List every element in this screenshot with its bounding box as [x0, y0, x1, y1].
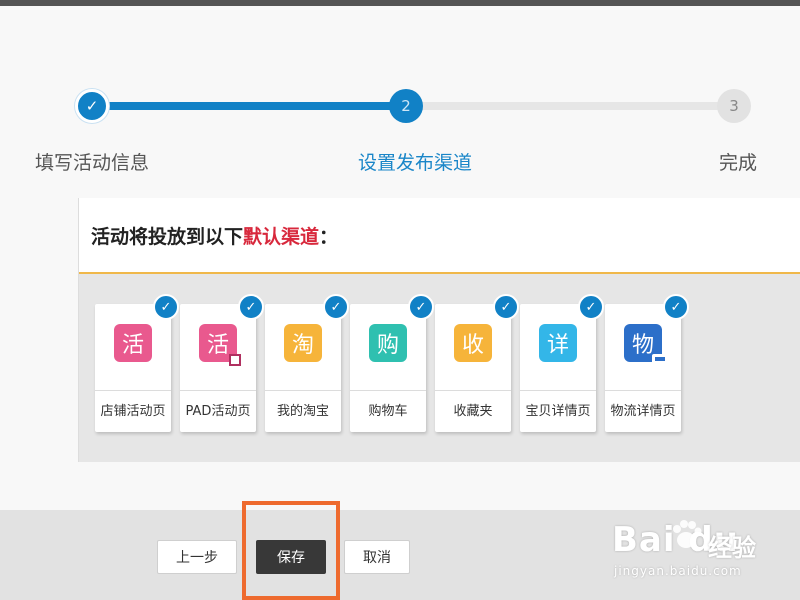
channel-label: 购物车 — [368, 404, 408, 419]
shop-activity-icon: 活 — [114, 324, 152, 362]
pad-activity-icon: 活 — [199, 324, 241, 366]
channel-panel-header: 活动将投放到以下默认渠道： — [79, 198, 800, 274]
favorites-icon: 收 — [454, 324, 492, 362]
step-2-circle: 2 — [389, 89, 423, 123]
my-taobao-icon: 淘 — [284, 324, 322, 362]
step-1-label: 填写活动信息 — [35, 152, 150, 174]
card-divider — [605, 390, 681, 391]
channel-card-item-detail[interactable]: 详 宝贝详情页 ✓ — [520, 294, 604, 432]
default-channel-highlight: 默认渠道 — [243, 225, 320, 248]
save-highlight-box — [242, 501, 340, 600]
channel-label: 我的淘宝 — [276, 404, 329, 419]
card-divider — [265, 390, 341, 391]
cart-icon: 购 — [369, 324, 407, 362]
check-icon[interactable]: ✓ — [408, 294, 434, 320]
channel-card-cart[interactable]: 购 购物车 ✓ — [350, 294, 434, 432]
previous-step-button[interactable]: 上一步 — [157, 540, 237, 574]
channel-card-favorites[interactable]: 收 收藏夹 ✓ — [435, 294, 519, 432]
step-3-label: 完成 — [719, 152, 758, 174]
card-divider — [95, 390, 171, 391]
item-detail-icon: 详 — [539, 324, 577, 362]
channel-label: 店铺活动页 — [100, 404, 166, 419]
check-icon[interactable]: ✓ — [153, 294, 179, 320]
channel-label: 宝贝详情页 — [525, 404, 591, 419]
stepper-track-completed — [92, 102, 406, 110]
logistics-detail-icon: 物 — [624, 324, 668, 364]
channel-card-pad-activity[interactable]: 活 PAD活动页 ✓ — [180, 294, 264, 432]
channel-card-my-taobao[interactable]: 淘 我的淘宝 ✓ — [265, 294, 349, 432]
check-icon[interactable]: ✓ — [238, 294, 264, 320]
stepper-track-remaining — [406, 102, 734, 110]
card-divider — [520, 390, 596, 391]
truck-icon — [652, 354, 668, 364]
watermark-url: jingyan.baidu.com — [614, 564, 742, 578]
channel-panel-title: 活动将投放到以下默认渠道： — [91, 225, 339, 248]
check-icon[interactable]: ✓ — [493, 294, 519, 320]
step-2-label: 设置发布渠道 — [358, 152, 473, 174]
channel-label: PAD活动页 — [185, 404, 251, 419]
channel-panel: 活动将投放到以下默认渠道： 活 店铺活动页 ✓ 活 PAD活动页 ✓ 淘 我的淘… — [78, 198, 800, 462]
check-icon[interactable]: ✓ — [578, 294, 604, 320]
paw-icon — [673, 520, 702, 548]
baidu-jingyan-watermark: Bai du 经验 jingyan.baidu.com — [612, 516, 792, 586]
channel-card-shop-activity[interactable]: 活 店铺活动页 ✓ — [95, 294, 179, 432]
channel-label: 物流详情页 — [610, 404, 676, 419]
step-3-circle: 3 — [717, 89, 751, 123]
watermark-cn: 经验 — [708, 534, 756, 562]
check-icon[interactable]: ✓ — [323, 294, 349, 320]
channel-card-logistics-detail[interactable]: 物 物流详情页 ✓ — [605, 294, 689, 432]
card-divider — [435, 390, 511, 391]
channel-label: 收藏夹 — [453, 404, 493, 419]
cancel-button[interactable]: 取消 — [344, 540, 410, 574]
card-divider — [350, 390, 426, 391]
tablet-overlay-icon — [229, 354, 241, 366]
step-1-check-icon: ✓ — [75, 89, 109, 123]
check-icon[interactable]: ✓ — [663, 294, 689, 320]
card-divider — [180, 390, 256, 391]
